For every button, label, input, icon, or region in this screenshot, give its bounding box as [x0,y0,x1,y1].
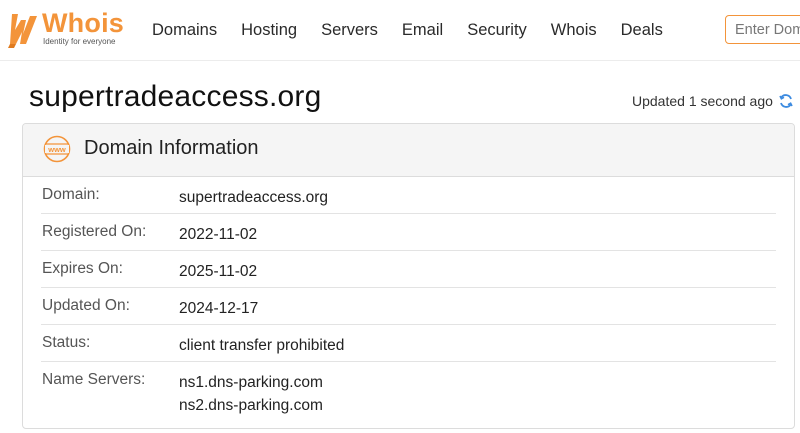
row-label: Expires On: [42,260,123,277]
row-label: Registered On: [42,223,147,240]
www-icon: www [43,135,71,163]
nav-item-domains[interactable]: Domains [152,20,217,40]
row-value: client transfer prohibited [179,337,345,354]
info-row-domain: Domain: supertradeaccess.org [41,177,776,214]
nav-item-hosting[interactable]: Hosting [241,20,297,40]
logo-tagline: Identity for everyone [43,37,116,46]
domain-information-card: www Domain Information Domain: supertrad… [22,123,795,429]
top-navbar: Whois Identity for everyone Domains Host… [0,0,800,61]
svg-text:www: www [47,145,66,154]
name-server-item: ns2.dns-parking.com [179,397,323,414]
name-server-list: ns1.dns-parking.com ns2.dns-parking.com [179,371,323,417]
row-label: Domain: [42,186,100,203]
updated-text: Updated 1 second ago [632,93,773,109]
main-nav: Domains Hosting Servers Email Security W… [140,0,687,60]
info-row-name-servers: Name Servers: ns1.dns-parking.com ns2.dn… [41,362,776,418]
info-row-expires-on: Expires On: 2025-11-02 [41,251,776,288]
row-value: 2022-11-02 [179,226,258,243]
nav-item-security[interactable]: Security [467,20,527,40]
info-row-status: Status: client transfer prohibited [41,325,776,362]
row-value: supertradeaccess.org [179,189,329,206]
nav-item-email[interactable]: Email [402,20,443,40]
card-header: www Domain Information [23,124,794,177]
page-title: supertradeaccess.org [29,80,322,113]
updated-status: Updated 1 second ago [632,93,794,109]
row-label: Name Servers: [42,371,146,388]
domain-search-input[interactable] [725,15,800,44]
row-value: 2025-11-02 [179,263,258,280]
nav-item-deals[interactable]: Deals [621,20,663,40]
logo-wordmark: Whois [42,8,124,38]
info-row-updated-on: Updated On: 2024-12-17 [41,288,776,325]
refresh-icon[interactable] [778,93,794,109]
nav-item-whois[interactable]: Whois [551,20,597,40]
name-server-item: ns1.dns-parking.com [179,374,323,391]
logo-mark-icon [8,14,37,48]
row-label: Status: [42,334,91,351]
row-value: 2024-12-17 [179,300,259,317]
whois-logo[interactable]: Whois Identity for everyone [6,8,128,50]
domain-info-table: Domain: supertradeaccess.org Registered … [23,177,794,418]
info-row-registered-on: Registered On: 2022-11-02 [41,214,776,251]
card-title: Domain Information [84,137,259,159]
row-label: Updated On: [42,297,130,314]
nav-item-servers[interactable]: Servers [321,20,378,40]
